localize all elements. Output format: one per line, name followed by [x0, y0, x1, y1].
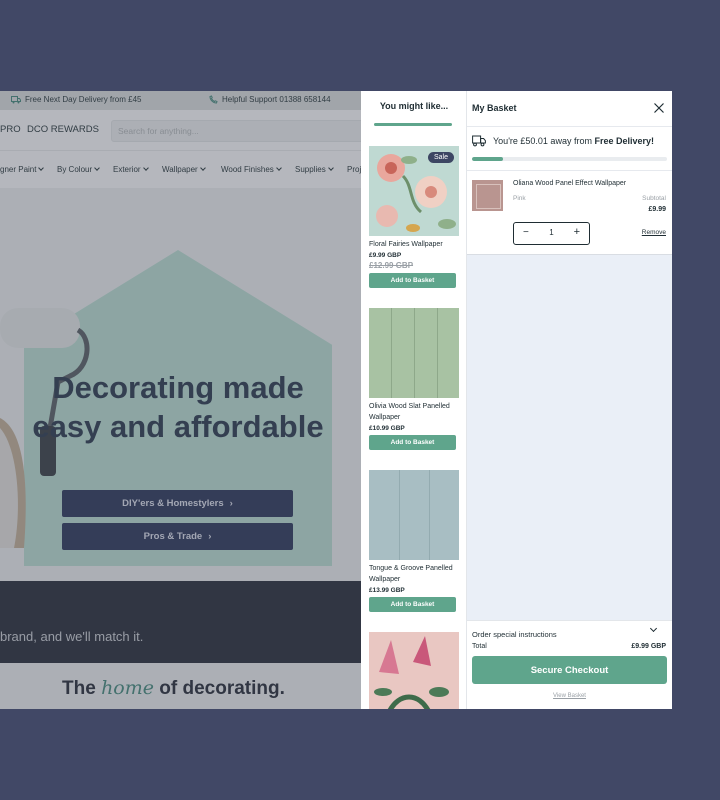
product-price: £10.99 GBP — [369, 425, 405, 432]
basket-line-item: Oliana Wood Panel Effect Wallpaper Pink … — [467, 170, 672, 255]
line-item-subtotal-label: Subtotal — [642, 195, 666, 202]
recommendations-title: You might like... — [379, 101, 449, 111]
free-delivery-message: You're £50.01 away from Free Delivery! — [493, 136, 654, 146]
truck-icon — [472, 135, 486, 147]
add-to-basket-button[interactable]: Add to Basket — [369, 435, 456, 450]
order-instructions-toggle[interactable]: Order special instructions — [472, 630, 557, 639]
product-price: £13.99 GBP — [369, 587, 405, 594]
browser-viewport: Free Next Day Delivery from £45 Helpful … — [0, 91, 672, 709]
product-name[interactable]: Olivia Wood Slat Panelled Wallpaper — [369, 401, 459, 423]
add-to-basket-button[interactable]: Add to Basket — [369, 273, 456, 288]
basket-header: My Basket — [467, 91, 672, 127]
product-card — [369, 632, 459, 709]
line-item-variant: Pink — [513, 195, 526, 202]
view-basket-link[interactable]: View Basket — [467, 693, 672, 699]
basket-drawer: My Basket You're £50.01 away from Free D… — [467, 91, 672, 709]
product-image[interactable] — [369, 470, 459, 560]
product-card: Tongue & Groove Panelled Wallpaper £13.9… — [369, 470, 459, 612]
free-delivery-meter: You're £50.01 away from Free Delivery! — [467, 127, 672, 170]
remove-item-link[interactable]: Remove — [642, 229, 666, 236]
line-item-subtotal: £9.99 — [648, 206, 666, 213]
recommendations-panel: You might like... Sale Floral Fairies Wa… — [361, 91, 467, 709]
storefront-page: Free Next Day Delivery from £45 Helpful … — [0, 91, 361, 709]
free-delivery-emphasis: Free Delivery! — [594, 136, 654, 146]
free-delivery-prefix: You're £50.01 away from — [493, 136, 595, 146]
product-card: Olivia Wood Slat Panelled Wallpaper £10.… — [369, 308, 459, 450]
increase-quantity-button[interactable]: + — [574, 226, 580, 238]
line-item-thumbnail[interactable] — [472, 180, 503, 211]
product-price: £9.99 GBP — [369, 252, 402, 259]
recommendations-underline — [374, 123, 452, 126]
total-label: Total — [472, 643, 487, 650]
quantity-stepper: − 1 + — [513, 222, 590, 245]
add-to-basket-button[interactable]: Add to Basket — [369, 597, 456, 612]
close-icon[interactable] — [653, 102, 665, 114]
product-image[interactable] — [369, 308, 459, 398]
product-image[interactable]: Sale — [369, 146, 459, 236]
sale-badge: Sale — [427, 152, 454, 163]
product-image[interactable] — [369, 632, 459, 709]
basket-footer: Order special instructions Total £9.99 G… — [467, 620, 672, 709]
product-name[interactable]: Floral Fairies Wallpaper — [369, 239, 459, 250]
secure-checkout-button[interactable]: Secure Checkout — [472, 656, 667, 684]
line-item-name[interactable]: Oliana Wood Panel Effect Wallpaper — [513, 180, 626, 187]
free-delivery-progress-bar — [472, 157, 667, 161]
total-value: £9.99 GBP — [631, 643, 666, 650]
product-card: Sale Floral Fairies Wallpaper £9.99 GBP … — [369, 146, 459, 288]
product-compare-price: £12.99 GBP — [369, 261, 414, 270]
product-name[interactable]: Tongue & Groove Panelled Wallpaper — [369, 563, 459, 585]
basket-title: My Basket — [472, 103, 517, 113]
modal-backdrop[interactable] — [0, 91, 361, 709]
free-delivery-progress-fill — [472, 157, 504, 161]
chevron-down-icon[interactable] — [649, 624, 658, 633]
floral-pattern-graphic — [374, 636, 449, 709]
